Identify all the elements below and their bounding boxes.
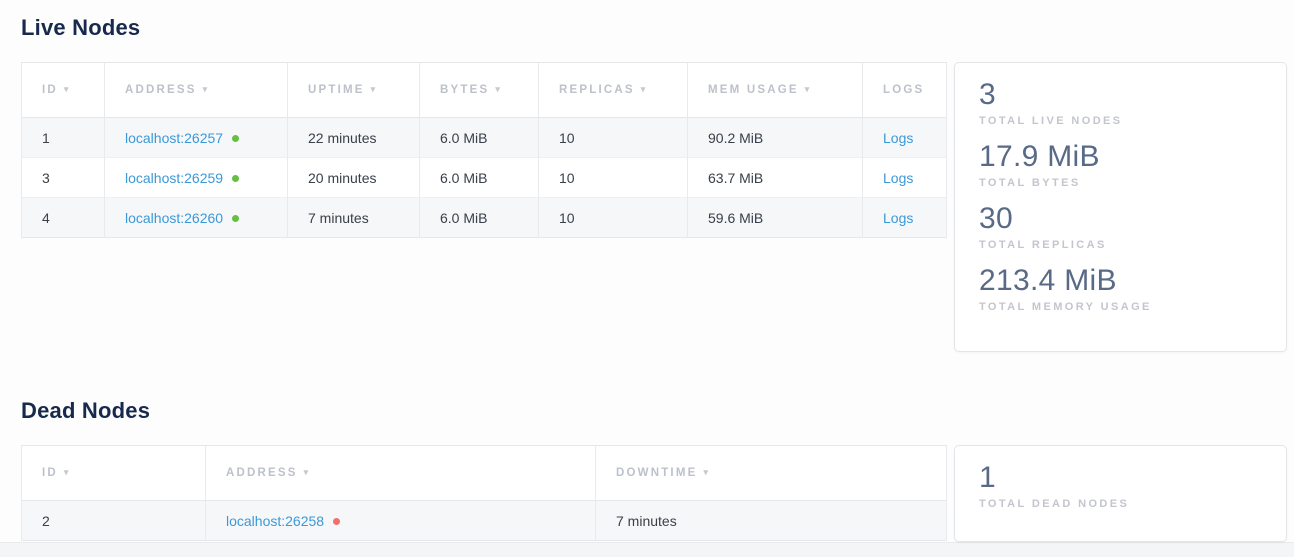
column-header-label: ADDRESS [125, 84, 197, 96]
dead-nodes-summary-panel: 1 TOTAL DEAD NODES [954, 445, 1287, 542]
column-header-id[interactable]: ID ▾ [22, 446, 206, 501]
sort-arrow-icon: ▾ [64, 467, 71, 477]
summary-item: 3 TOTAL LIVE NODES [979, 78, 1262, 127]
sort-arrow-icon: ▾ [703, 467, 710, 477]
dead-nodes-section: ID ▾ ADDRESS ▾ DOWNTIME ▾ 2 localhost:26258… [21, 445, 1287, 542]
table-row: 4 localhost:26260 7 minutes 6.0 MiB 10 5… [22, 198, 947, 238]
summary-value: 1 [979, 461, 1262, 495]
column-header-label: ID [42, 84, 58, 96]
column-header-logs: LOGS [863, 63, 947, 118]
node-id-cell: 1 [22, 118, 105, 158]
node-bytes-cell: 6.0 MiB [420, 158, 539, 198]
summary-label: TOTAL MEMORY USAGE [979, 301, 1262, 313]
summary-item: 213.4 MiB TOTAL MEMORY USAGE [979, 264, 1262, 313]
summary-label: TOTAL BYTES [979, 177, 1262, 189]
sort-arrow-icon: ▾ [495, 84, 502, 94]
sort-arrow-icon: ▾ [641, 84, 648, 94]
summary-value: 17.9 MiB [979, 140, 1262, 174]
node-mem-usage-cell: 90.2 MiB [688, 118, 863, 158]
dead-nodes-title: Dead Nodes [21, 352, 1294, 425]
column-header-mem-usage[interactable]: MEM USAGE ▾ [688, 63, 863, 118]
node-replicas-cell: 10 [539, 198, 688, 238]
dead-status-icon [333, 518, 340, 525]
live-nodes-summary-panel: 3 TOTAL LIVE NODES 17.9 MiB TOTAL BYTES … [954, 62, 1287, 352]
node-address-link[interactable]: localhost:26257 [125, 130, 223, 146]
column-header-id[interactable]: ID ▾ [22, 63, 105, 118]
node-uptime-cell: 7 minutes [288, 198, 420, 238]
table-row: 1 localhost:26257 22 minutes 6.0 MiB 10 … [22, 118, 947, 158]
column-header-label: ADDRESS [226, 467, 298, 479]
live-table-header-row: ID ▾ ADDRESS ▾ UPTIME ▾ BYTES ▾ REPLICAS ▾ ME… [22, 63, 947, 118]
table-row: 3 localhost:26259 20 minutes 6.0 MiB 10 … [22, 158, 947, 198]
column-header-bytes[interactable]: BYTES ▾ [420, 63, 539, 118]
dead-table-header-row: ID ▾ ADDRESS ▾ DOWNTIME ▾ [22, 446, 947, 501]
node-address-link[interactable]: localhost:26258 [226, 513, 324, 529]
sort-arrow-icon: ▾ [64, 84, 71, 94]
summary-label: TOTAL LIVE NODES [979, 115, 1262, 127]
sort-arrow-icon: ▾ [805, 84, 812, 94]
column-header-label: LOGS [883, 84, 924, 96]
live-nodes-table: ID ▾ ADDRESS ▾ UPTIME ▾ BYTES ▾ REPLICAS ▾ ME… [21, 62, 947, 238]
summary-value: 3 [979, 78, 1262, 112]
summary-label: TOTAL REPLICAS [979, 239, 1262, 251]
sort-arrow-icon: ▾ [203, 84, 210, 94]
live-status-icon [232, 215, 239, 222]
summary-value: 213.4 MiB [979, 264, 1262, 298]
logs-link[interactable]: Logs [883, 210, 913, 226]
node-id-cell: 3 [22, 158, 105, 198]
summary-label: TOTAL DEAD NODES [979, 498, 1262, 510]
column-header-label: REPLICAS [559, 84, 635, 96]
column-header-label: DOWNTIME [616, 467, 697, 479]
column-header-label: BYTES [440, 84, 489, 96]
node-logs-cell: Logs [863, 198, 947, 238]
column-header-label: MEM USAGE [708, 84, 799, 96]
live-status-icon [232, 135, 239, 142]
logs-link[interactable]: Logs [883, 130, 913, 146]
live-nodes-section: ID ▾ ADDRESS ▾ UPTIME ▾ BYTES ▾ REPLICAS ▾ ME… [21, 62, 1287, 352]
node-replicas-cell: 10 [539, 118, 688, 158]
dead-nodes-table: ID ▾ ADDRESS ▾ DOWNTIME ▾ 2 localhost:26258… [21, 445, 947, 541]
node-logs-cell: Logs [863, 158, 947, 198]
node-uptime-cell: 20 minutes [288, 158, 420, 198]
summary-item: 1 TOTAL DEAD NODES [979, 461, 1262, 510]
node-address-cell: localhost:26260 [105, 198, 288, 238]
column-header-address[interactable]: ADDRESS ▾ [206, 446, 596, 501]
node-address-cell: localhost:26258 [206, 501, 596, 541]
summary-item: 30 TOTAL REPLICAS [979, 202, 1262, 251]
logs-link[interactable]: Logs [883, 170, 913, 186]
column-header-label: UPTIME [308, 84, 365, 96]
node-uptime-cell: 22 minutes [288, 118, 420, 158]
column-header-uptime[interactable]: UPTIME ▾ [288, 63, 420, 118]
column-header-downtime[interactable]: DOWNTIME ▾ [596, 446, 947, 501]
live-nodes-title: Live Nodes [21, 0, 1294, 42]
live-status-icon [232, 175, 239, 182]
table-row: 2 localhost:26258 7 minutes [22, 501, 947, 541]
node-address-cell: localhost:26259 [105, 158, 288, 198]
node-address-link[interactable]: localhost:26259 [125, 170, 223, 186]
column-header-replicas[interactable]: REPLICAS ▾ [539, 63, 688, 118]
node-bytes-cell: 6.0 MiB [420, 198, 539, 238]
summary-item: 17.9 MiB TOTAL BYTES [979, 140, 1262, 189]
column-header-label: ID [42, 467, 58, 479]
node-replicas-cell: 10 [539, 158, 688, 198]
column-header-address[interactable]: ADDRESS ▾ [105, 63, 288, 118]
node-bytes-cell: 6.0 MiB [420, 118, 539, 158]
sort-arrow-icon: ▾ [371, 84, 378, 94]
node-downtime-cell: 7 minutes [596, 501, 947, 541]
nodes-overview-page: Live Nodes ID ▾ ADDRESS ▾ UPTIME ▾ BYTES ▾ R… [0, 0, 1294, 543]
node-address-link[interactable]: localhost:26260 [125, 210, 223, 226]
node-id-cell: 4 [22, 198, 105, 238]
node-logs-cell: Logs [863, 118, 947, 158]
node-address-cell: localhost:26257 [105, 118, 288, 158]
node-mem-usage-cell: 59.6 MiB [688, 198, 863, 238]
summary-value: 30 [979, 202, 1262, 236]
node-id-cell: 2 [22, 501, 206, 541]
node-mem-usage-cell: 63.7 MiB [688, 158, 863, 198]
sort-arrow-icon: ▾ [304, 467, 311, 477]
